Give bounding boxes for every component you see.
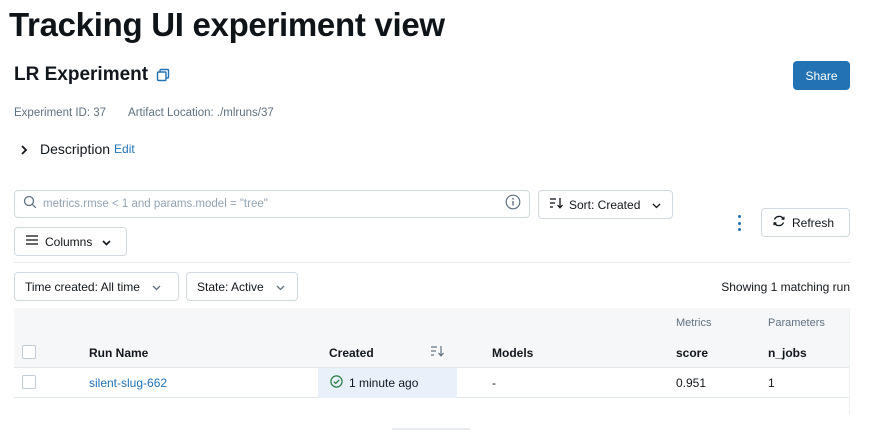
refresh-icon	[772, 214, 786, 231]
share-button[interactable]: Share	[793, 61, 850, 90]
columns-icon	[25, 234, 39, 249]
columns-label: Columns	[45, 234, 93, 249]
header-score[interactable]: score	[676, 346, 708, 360]
copy-icon[interactable]	[156, 68, 170, 82]
sort-button[interactable]: Sort: Created	[538, 190, 673, 219]
group-parameters: Parameters	[768, 317, 825, 329]
state-filter-label: State: Active	[197, 279, 264, 294]
refresh-label: Refresh	[792, 215, 835, 230]
experiment-header: LR Experiment	[14, 64, 170, 86]
more-options-icon[interactable]	[734, 215, 744, 231]
header-created[interactable]: Created	[329, 346, 374, 360]
group-metrics: Metrics	[676, 317, 712, 329]
page-title: Tracking UI experiment view	[9, 6, 445, 43]
edit-description-link[interactable]: Edit	[114, 142, 135, 156]
column-group-row: Metrics Parameters	[14, 308, 850, 338]
chevron-down-icon	[152, 280, 161, 294]
sort-desc-icon[interactable]	[430, 345, 444, 360]
time-created-filter[interactable]: Time created: All time	[14, 272, 179, 301]
chevron-down-icon	[276, 280, 285, 294]
columns-button[interactable]: Columns	[14, 227, 127, 256]
table-header-row: Run Name Created Models score n_jobs	[14, 338, 850, 368]
sort-icon	[549, 197, 563, 212]
run-name-link[interactable]: silent-slug-662	[89, 376, 167, 390]
experiment-meta: Experiment ID: 37 Artifact Location: ./m…	[14, 107, 274, 119]
chevron-right-icon[interactable]	[18, 143, 30, 155]
created-value: 1 minute ago	[349, 376, 419, 390]
experiment-name: LR Experiment	[14, 64, 149, 85]
n-jobs-value: 1	[768, 376, 775, 390]
matching-runs-count: Showing 1 matching run	[721, 280, 850, 294]
table-row[interactable]: silent-slug-662 1 minute ago - 0.951 1	[14, 368, 850, 398]
check-circle-icon	[330, 375, 343, 391]
info-icon[interactable]	[505, 194, 521, 215]
description-label[interactable]: Description	[40, 141, 110, 157]
chevron-down-icon	[102, 235, 111, 249]
sort-label: Sort: Created	[569, 197, 641, 212]
runs-table: Metrics Parameters Run Name Created Mode…	[14, 308, 850, 398]
artifact-location: Artifact Location: ./mlruns/37	[128, 107, 274, 119]
header-n-jobs[interactable]: n_jobs	[768, 346, 807, 360]
chevron-down-icon	[652, 198, 661, 212]
description-section: Description Edit	[18, 141, 135, 157]
state-filter[interactable]: State: Active	[186, 272, 298, 301]
created-cell: 1 minute ago	[318, 368, 457, 398]
search-input[interactable]	[43, 198, 505, 210]
row-checkbox[interactable]	[22, 375, 36, 389]
search-icon	[23, 195, 37, 214]
header-run-name[interactable]: Run Name	[89, 346, 148, 360]
scroll-indicator[interactable]	[392, 428, 470, 430]
experiment-id: Experiment ID: 37	[14, 107, 107, 119]
select-all-checkbox[interactable]	[22, 345, 36, 359]
toolbar-divider	[14, 262, 850, 263]
search-box	[14, 190, 530, 218]
models-value: -	[492, 376, 496, 390]
score-value: 0.951	[676, 376, 707, 390]
time-filter-label: Time created: All time	[25, 279, 140, 294]
table-edge	[849, 308, 850, 414]
header-models[interactable]: Models	[492, 346, 533, 360]
refresh-button[interactable]: Refresh	[761, 208, 850, 237]
